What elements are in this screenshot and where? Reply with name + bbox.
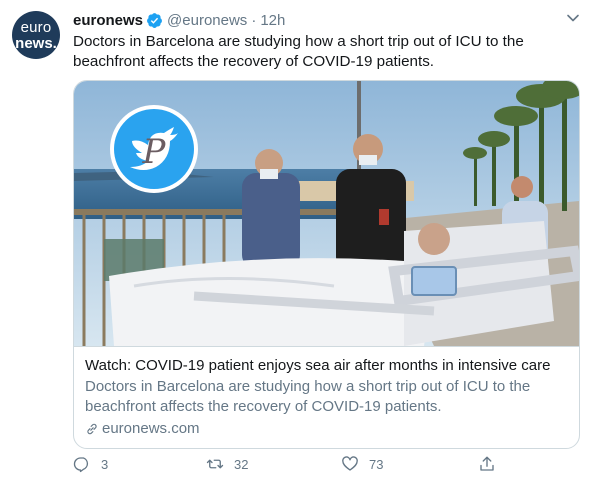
timestamp[interactable]: 12h — [260, 12, 285, 29]
retweet-icon — [206, 459, 224, 469]
reply-count: 3 — [101, 456, 109, 472]
avatar-logo-bottom: news. — [15, 34, 57, 52]
card-image[interactable]: P — [74, 81, 579, 347]
display-name[interactable]: euronews — [73, 12, 143, 29]
share-button[interactable] — [478, 455, 496, 473]
avatar[interactable]: euro news. — [12, 11, 60, 59]
chevron-down-icon[interactable] — [566, 11, 580, 25]
avatar-logo-top: euro — [20, 18, 52, 36]
tweet-text: Doctors in Barcelona are studying how a … — [73, 33, 524, 70]
photo-of-patient-on-beachfront-icon: P — [74, 81, 579, 346]
watermark-letter: P — [142, 132, 167, 172]
reply-icon — [73, 457, 89, 473]
separator-dot: · — [251, 11, 257, 29]
card-description: Doctors in Barcelona are studying how a … — [85, 378, 531, 415]
card-domain-link[interactable]: euronews.com — [85, 419, 200, 439]
verified-badge-icon — [146, 12, 163, 29]
link-icon — [87, 423, 97, 435]
handle[interactable]: @euronews — [167, 12, 247, 29]
retweet-button[interactable]: 32 — [206, 455, 248, 473]
heart-icon — [342, 456, 358, 471]
tweet-actions: 3 32 73 — [73, 455, 513, 477]
like-button[interactable]: 73 — [341, 455, 383, 473]
tweet-header: euronews @euronews · 12h — [73, 9, 285, 31]
retweet-count: 32 — [234, 456, 249, 472]
reply-button[interactable]: 3 — [73, 455, 108, 473]
share-icon — [480, 456, 494, 471]
link-card[interactable]: P Watch: COVID-19 patient enjoys sea air… — [73, 80, 580, 449]
like-count: 73 — [369, 456, 384, 472]
card-domain: euronews.com — [102, 420, 200, 437]
tweet[interactable]: euro news. euronews @euronews · 12h Doct… — [0, 0, 600, 484]
card-title[interactable]: Watch: COVID-19 patient enjoys sea air a… — [85, 356, 551, 376]
